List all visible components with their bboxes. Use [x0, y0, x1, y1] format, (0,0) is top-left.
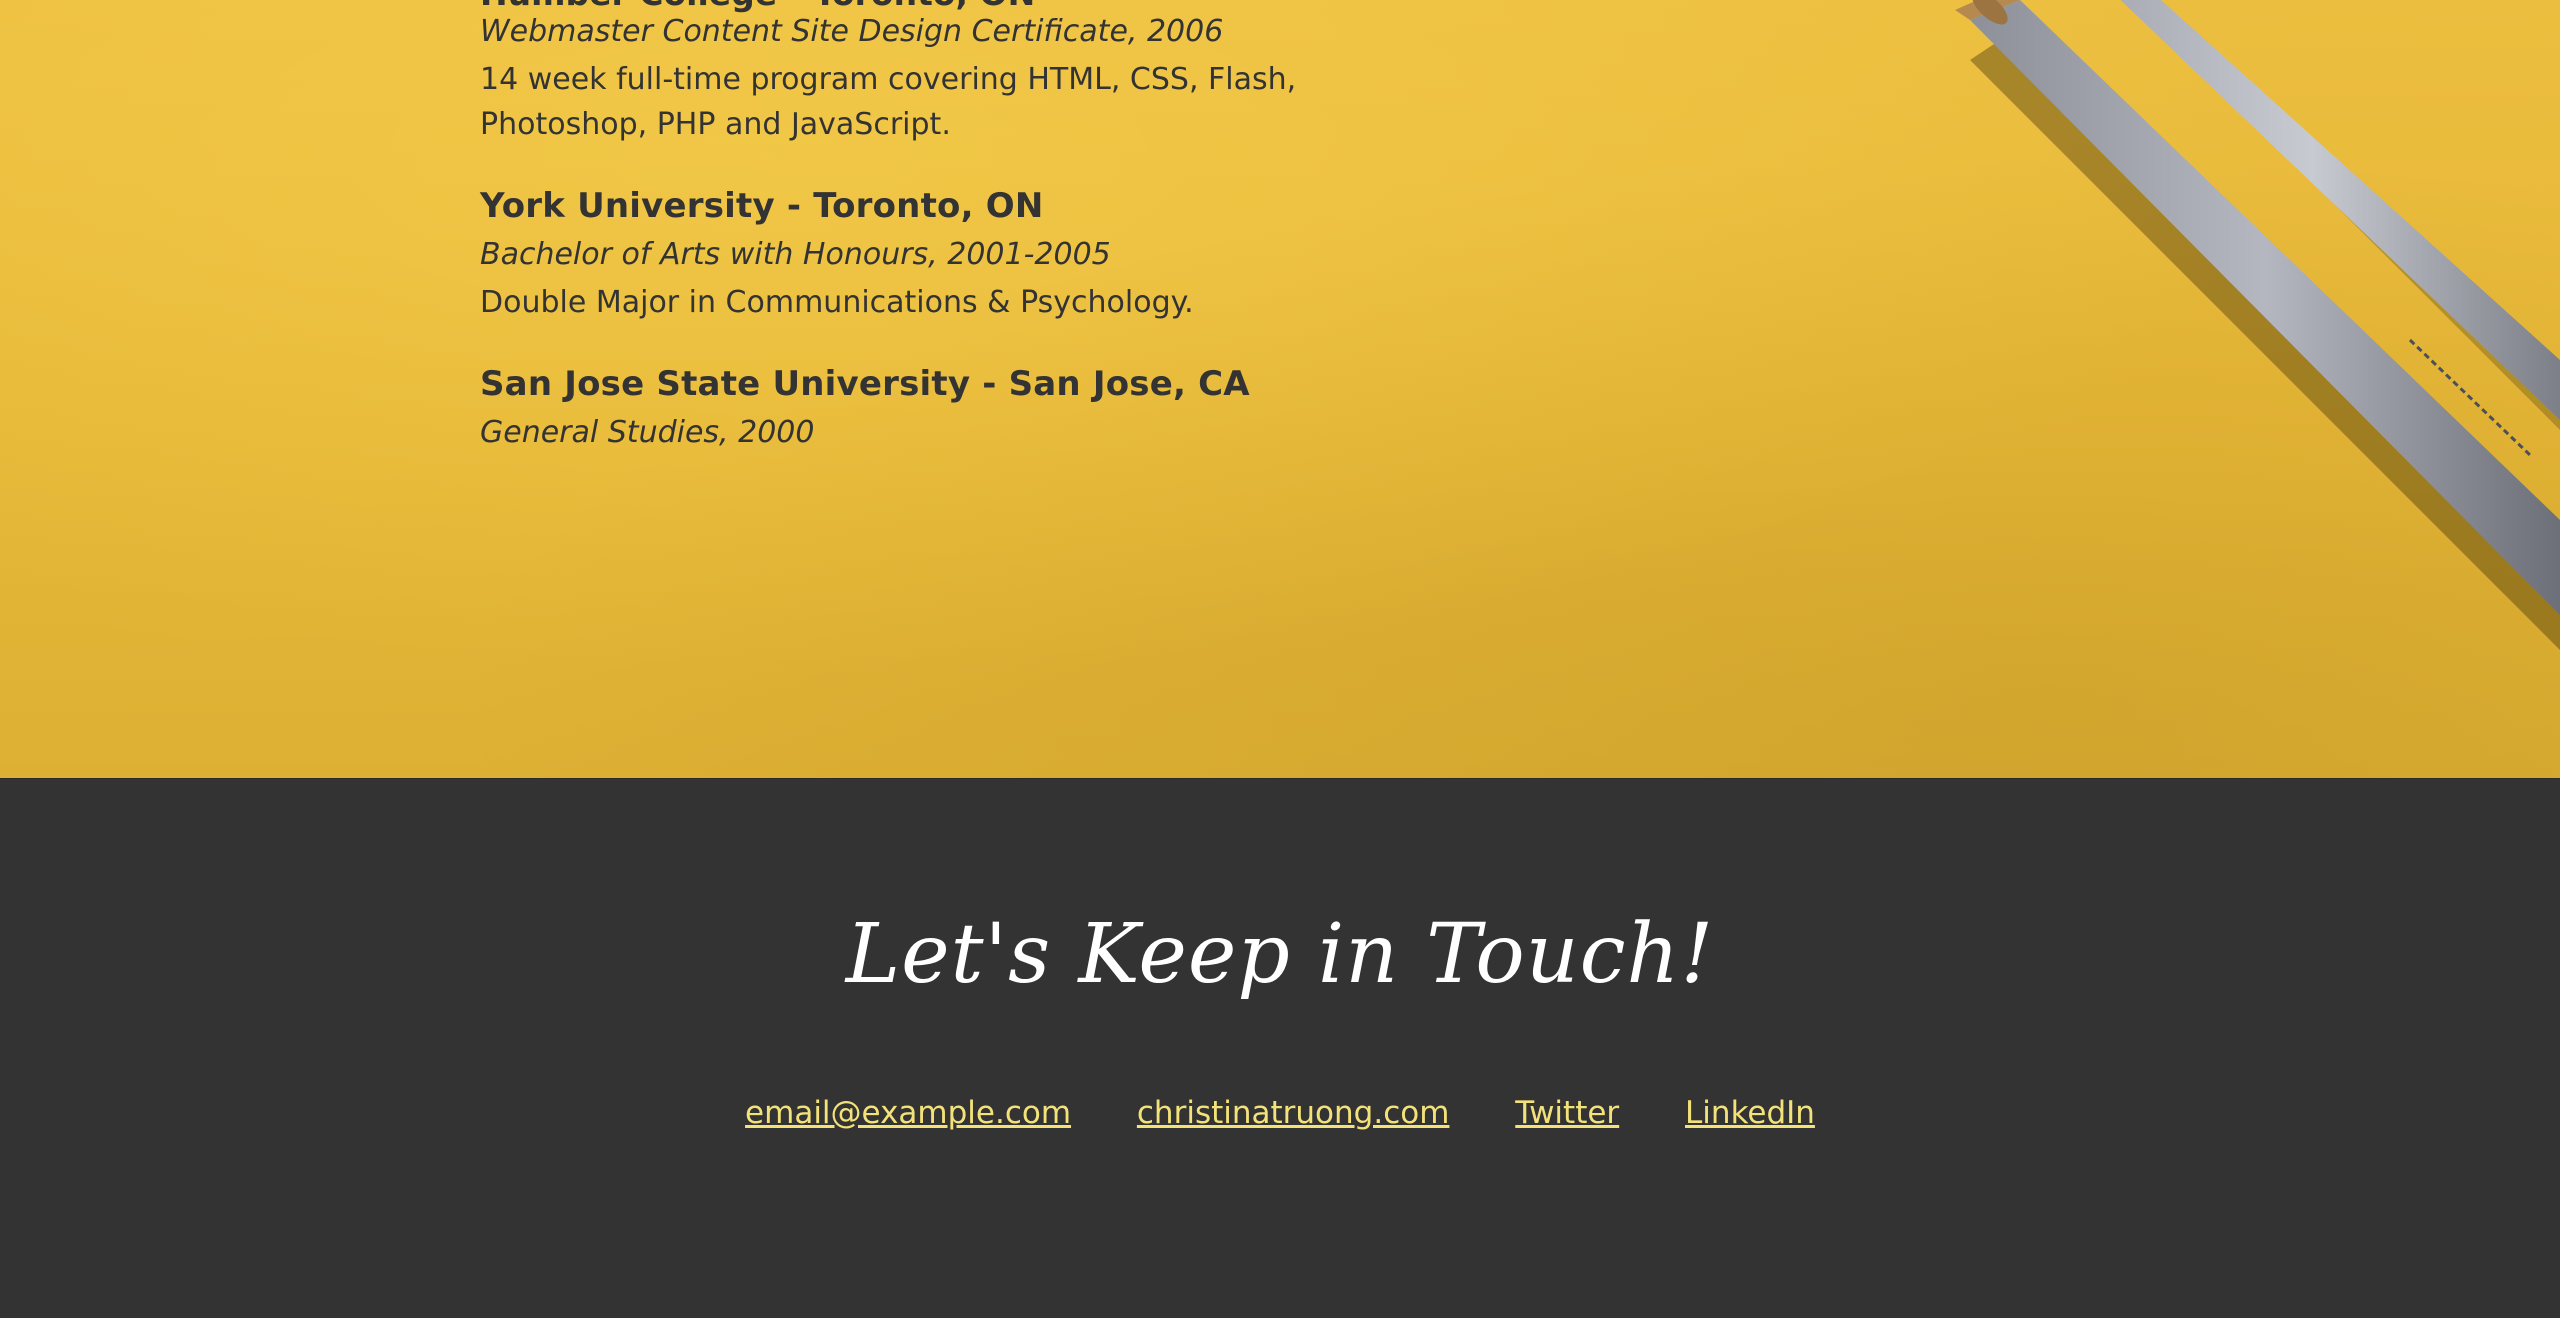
twitter-link[interactable]: Twitter: [1515, 1095, 1619, 1131]
school-degree: Bachelor of Arts with Honours, 2001-2005: [480, 237, 1111, 272]
footer-title: Let's Keep in Touch!: [845, 907, 1715, 1002]
school-name: San Jose State University - San Jose, CA: [480, 364, 1250, 404]
email-link[interactable]: email@example.com: [745, 1095, 1071, 1131]
education-item-desc: 14 week full-time program covering HTML,…: [480, 57, 1296, 147]
pencils-image: [1955, 0, 2560, 650]
education-item: Double Major in Communications & Psychol…: [480, 280, 1194, 325]
education-section: Humber College - Toronto, ON Webmaster C…: [0, 0, 2560, 778]
education-item: Webmaster Content Site Design Certificat…: [480, 14, 1223, 49]
footer-links: email@example.com christinatruong.com Tw…: [0, 1095, 2560, 1131]
linkedin-link[interactable]: LinkedIn: [1685, 1095, 1815, 1131]
school-degree: General Studies, 2000: [480, 415, 815, 450]
page: Humber College - Toronto, ON Webmaster C…: [0, 0, 2560, 1318]
school-description-line: 14 week full-time program covering HTML,…: [480, 62, 1297, 97]
school-description-line: Double Major in Communications & Psychol…: [480, 285, 1194, 320]
education-item: York University - Toronto, ON: [480, 186, 1044, 226]
school-degree: Webmaster Content Site Design Certificat…: [480, 14, 1224, 49]
website-link[interactable]: christinatruong.com: [1137, 1095, 1450, 1131]
school-description-line: Photoshop, PHP and JavaScript.: [480, 107, 951, 142]
education-item: General Studies, 2000: [480, 415, 814, 450]
school-name-cutoff: Humber College - Toronto, ON: [480, 0, 1035, 13]
school-name: York University - Toronto, ON: [480, 186, 1044, 226]
education-item: San Jose State University - San Jose, CA: [480, 364, 1250, 404]
education-item: Bachelor of Arts with Honours, 2001-2005: [480, 237, 1111, 272]
footer: Let's Keep in Touch! email@example.com c…: [0, 778, 2560, 1318]
